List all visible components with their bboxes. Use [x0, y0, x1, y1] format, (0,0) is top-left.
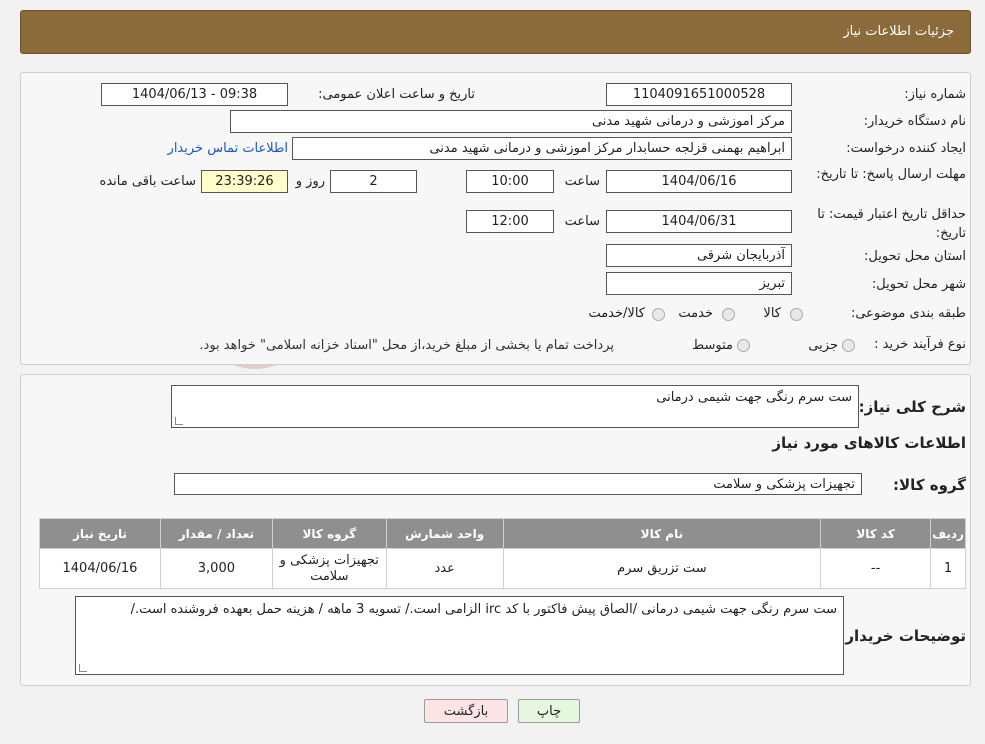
buyer-notes-label: توضیحات خریدار: — [839, 627, 966, 645]
city-label: شهر محل تحویل: — [871, 277, 966, 292]
col-need-date: تاریخ نیاز — [39, 518, 161, 549]
category-option-service: خدمت — [678, 306, 713, 321]
deadline-date-field: 1404/06/16 — [606, 170, 792, 193]
category-radio-service[interactable] — [722, 308, 735, 321]
validity-date-field: 1404/06/31 — [606, 210, 792, 233]
category-label: طبقه بندی موضوعی: — [850, 306, 966, 321]
col-goods-name: نام کالا — [502, 518, 822, 549]
cell-goods-name: ست تزریق سرم — [502, 548, 822, 589]
announce-label: تاریخ و ساعت اعلان عمومی: — [318, 87, 475, 102]
deadline-time-label: ساعت — [564, 174, 600, 189]
col-goods-code: کد کالا — [820, 518, 932, 549]
goods-table: ردیف کد کالا نام کالا واحد شمارش گروه کا… — [39, 518, 966, 589]
cell-unit: عدد — [385, 548, 504, 589]
back-button[interactable]: بازگشت — [424, 699, 508, 723]
need-description-text: ست سرم رنگی جهت شیمی درمانی — [656, 390, 852, 405]
requester-field: ابراهیم بهمنی قزلجه حسابدار مرکز اموزشی … — [292, 137, 792, 160]
col-quantity: تعداد / مقدار — [159, 518, 273, 549]
page-title: جزئیات اطلاعات نیاز — [843, 24, 954, 39]
table-row: 1 -- ست تزریق سرم عدد تجهیزات پزشکی و سل… — [39, 548, 966, 589]
need-number-field: 1104091651000528 — [606, 83, 792, 106]
cell-goods-code: -- — [820, 548, 932, 589]
remaining-label: ساعت باقی مانده — [99, 174, 196, 189]
days-label: روز و — [295, 174, 325, 189]
announce-field: 1404/06/13 - 09:38 — [101, 83, 288, 106]
deadline-time-field: 10:00 — [466, 170, 554, 193]
days-field: 2 — [330, 170, 417, 193]
category-radio-goods-service[interactable] — [652, 308, 665, 321]
process-option-medium: متوسط — [692, 338, 733, 353]
buyer-notes-text: ست سرم رنگی جهت شیمی درمانی /الصاق پیش ف… — [130, 602, 837, 617]
process-note: پرداخت تمام یا بخشی از مبلغ خرید،از محل … — [199, 338, 614, 353]
process-option-minor: جزیی — [808, 338, 838, 353]
page-header: جزئیات اطلاعات نیاز — [20, 10, 971, 54]
need-description-label: شرح کلی نیاز: — [858, 398, 966, 416]
resize-handle-icon[interactable] — [175, 417, 183, 425]
col-row-number: ردیف — [930, 518, 966, 549]
category-option-goods: کالا — [763, 306, 781, 321]
col-goods-group: گروه کالا — [271, 518, 387, 549]
process-radio-minor[interactable] — [842, 339, 855, 352]
category-option-goods-service: کالا/خدمت — [588, 306, 645, 321]
col-unit: واحد شمارش — [385, 518, 504, 549]
validity-time-label: ساعت — [564, 214, 600, 229]
city-field: تبریز — [606, 272, 792, 295]
process-label: نوع فرآیند خرید : — [874, 337, 966, 352]
goods-group-field: تجهیزات پزشکی و سلامت — [174, 473, 862, 495]
validity-label: حداقل تاریخ اعتبار قیمت: تا تاریخ: — [817, 207, 966, 241]
resize-handle-icon[interactable] — [79, 664, 87, 672]
buyer-org-field: مرکز اموزشی و درمانی شهید مدنی — [230, 110, 792, 133]
buyer-notes-field: ست سرم رنگی جهت شیمی درمانی /الصاق پیش ف… — [75, 596, 844, 675]
category-radio-goods[interactable] — [790, 308, 803, 321]
table-header-row: ردیف کد کالا نام کالا واحد شمارش گروه کا… — [39, 518, 966, 549]
print-button[interactable]: چاپ — [518, 699, 580, 723]
need-description-field: ست سرم رنگی جهت شیمی درمانی — [171, 385, 859, 428]
process-radio-medium[interactable] — [737, 339, 750, 352]
remaining-time-field: 23:39:26 — [201, 170, 288, 193]
province-field: آذربایجان شرقی — [606, 244, 792, 267]
validity-time-field: 12:00 — [466, 210, 554, 233]
goods-info-title: اطلاعات کالاهای مورد نیاز — [772, 434, 966, 452]
deadline-label: مهلت ارسال پاسخ: تا تاریخ: — [816, 167, 966, 182]
buyer-contact-link[interactable]: اطلاعات تماس خریدار — [168, 141, 288, 156]
cell-row-number: 1 — [930, 548, 966, 589]
province-label: استان محل تحویل: — [864, 249, 966, 264]
cell-goods-group: تجهیزات پزشکی و سلامت — [271, 548, 387, 589]
cell-quantity: 3,000 — [159, 548, 273, 589]
cell-need-date: 1404/06/16 — [39, 548, 161, 589]
goods-group-label: گروه کالا: — [893, 476, 966, 494]
need-number-label: شماره نیاز: — [904, 87, 966, 102]
requester-label: ایجاد کننده درخواست: — [846, 141, 966, 156]
buyer-org-label: نام دستگاه خریدار: — [863, 114, 966, 129]
